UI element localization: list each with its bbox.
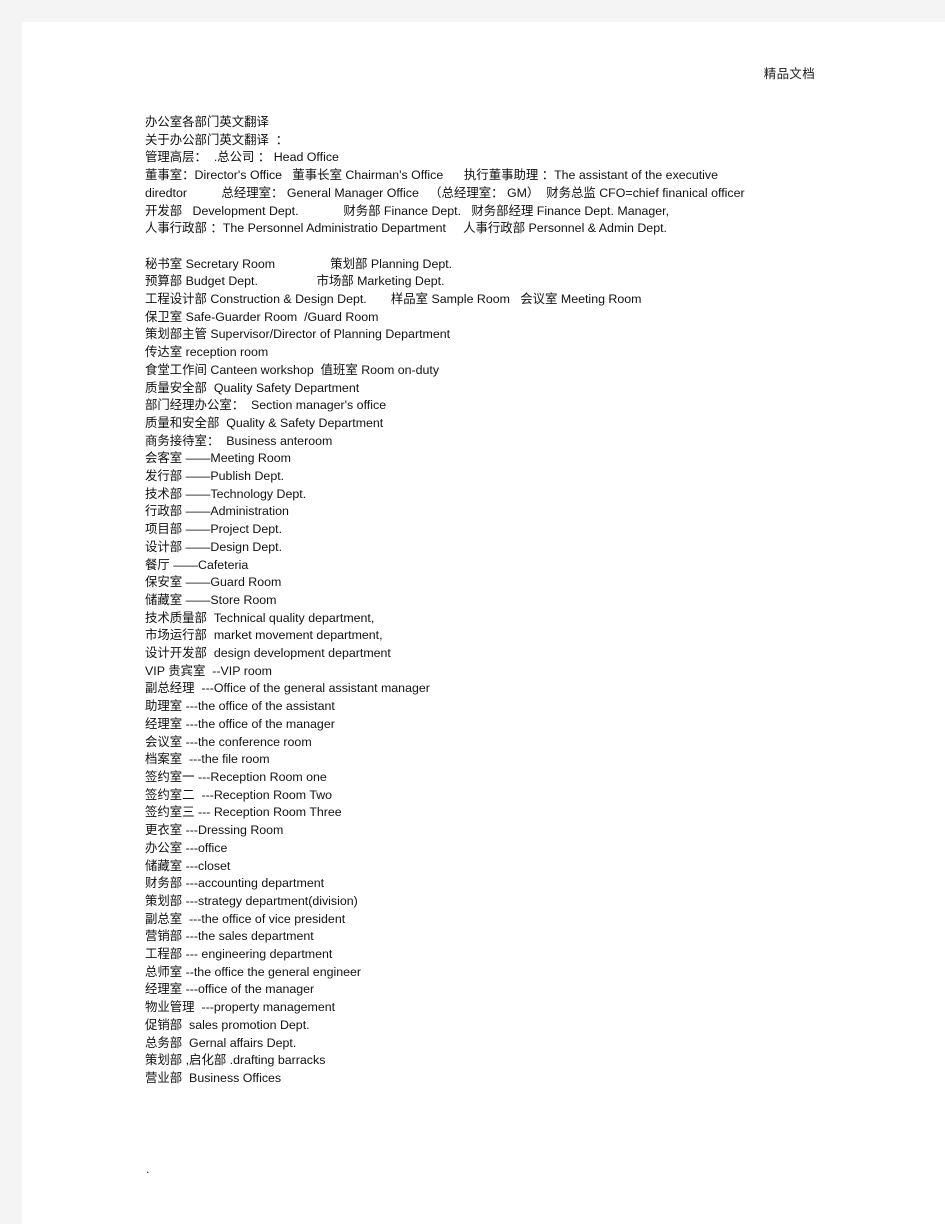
- document-line: 经理室 ---the office of the manager: [145, 716, 335, 731]
- document-line: 设计开发部 design development department: [145, 646, 391, 661]
- document-line: 商务接待室： Business anteroom: [145, 433, 333, 448]
- document-line: 项目部 ——Project Dept.: [145, 522, 283, 537]
- document-line: 财务部 ---accounting department: [145, 876, 325, 891]
- document-line: 质量和安全部 Quality & Safety Department: [145, 415, 384, 430]
- document-line: 储藏室 ---closet: [145, 858, 231, 873]
- document-line: 保安室 ——Guard Room: [145, 575, 282, 590]
- document-line: 签约室一 ---Reception Room one: [145, 770, 327, 784]
- document-line: 保卫室 Safe-Guarder Room /Guard Room: [145, 309, 379, 324]
- document-page: 精品文档 办公室各部门英文翻译关于办公部门英文翻译 ： 管理高层： .总公司 ： …: [22, 22, 945, 1224]
- document-line: 助理室 ---the office of the assistant: [145, 699, 335, 714]
- document-line: 签约室二 ---Reception Room Two: [145, 787, 333, 802]
- document-line: 食堂工作间 Canteen workshop 值班室 Room on-duty: [145, 362, 440, 377]
- document-line: 营销部 ---the sales department: [145, 929, 314, 944]
- document-line: 会客室 ——Meeting Room: [145, 451, 291, 466]
- document-body: 办公室各部门英文翻译关于办公部门英文翻译 ： 管理高层： .总公司 ： Head …: [145, 114, 905, 1088]
- document-line: 秘书室 Secretary Room 策划部 Planning Dept.: [145, 256, 453, 271]
- document-line: 关于办公部门英文翻译 ：: [145, 132, 289, 147]
- document-line: 发行部 ——Publish Dept.: [145, 469, 285, 484]
- document-line: 会议室 ---the conference room: [145, 734, 312, 749]
- document-line: 办公室各部门英文翻译: [145, 115, 269, 129]
- document-line: 工程设计部 Construction & Design Dept. 样品室 Sa…: [145, 292, 642, 307]
- document-line: 总务部 Gernal affairs Dept.: [145, 1035, 297, 1050]
- document-line: 传达室 reception room: [145, 345, 269, 360]
- document-line: 餐厅 ——Cafeteria: [145, 557, 249, 572]
- document-line: 市场运行部 market movement department,: [145, 628, 383, 643]
- document-line: 行政部 ——Administration: [145, 504, 289, 519]
- document-line: 促销部 sales promotion Dept.: [145, 1017, 310, 1032]
- document-line: 更衣室 ---Dressing Room: [145, 823, 284, 838]
- document-line: 营业部 Business Offices: [145, 1070, 282, 1085]
- document-line: 副总经理 ---Office of the general assistant …: [145, 681, 430, 696]
- document-line: 物业管理 ---property management: [145, 1000, 336, 1015]
- document-line: 人事行政部 ：The Personnel Administratio Depar…: [145, 221, 667, 236]
- document-line: 技术质量部 Technical quality department,: [145, 610, 375, 625]
- document-line: 签约室三 --- Reception Room Three: [145, 805, 342, 820]
- document-line: 经理室 ---office of the manager: [145, 982, 315, 997]
- document-line: 质量安全部 Quality Safety Department: [145, 380, 360, 395]
- document-line: 开发部 Development Dept. 财务部 Finance Dept. …: [145, 203, 670, 218]
- document-line: 策划部 ,启化部 .drafting barracks: [145, 1053, 326, 1068]
- document-line: 技术部 ——Technology Dept.: [145, 486, 307, 501]
- document-line: 董事室：Director's Office 董事长室 Chairman's Of…: [145, 168, 719, 183]
- document-line: 管理高层： .总公司 ： Head Office: [145, 150, 339, 165]
- document-line: 总师室 --the office the general engineer: [145, 964, 362, 979]
- document-line: 工程部 --- engineering department: [145, 947, 333, 962]
- document-line: 设计部 ——Design Dept.: [145, 539, 283, 554]
- document-line: VIP 贵宾室 --VIP room: [145, 663, 272, 678]
- document-line: 部门经理办公室： Section manager's office: [145, 398, 387, 413]
- document-line: 档案室 ---the file room: [145, 752, 270, 767]
- page-header-watermark: 精品文档: [763, 67, 815, 81]
- document-line: 副总室 ---the office of vice president: [145, 911, 346, 926]
- document-line: 策划部主管 Supervisor/Director of Planning De…: [145, 327, 451, 342]
- document-line: 策划部 ---strategy department(division): [145, 893, 358, 908]
- document-line: 预算部 Budget Dept. 市场部 Marketing Dept.: [145, 274, 445, 289]
- document-line: 办公室 ---office: [145, 840, 228, 855]
- trailing-period-mark: .: [146, 1162, 150, 1176]
- document-line: 储藏室 ——Store Room: [145, 592, 277, 607]
- document-line: diredtor 总经理室： General Manager Office （总…: [145, 185, 745, 200]
